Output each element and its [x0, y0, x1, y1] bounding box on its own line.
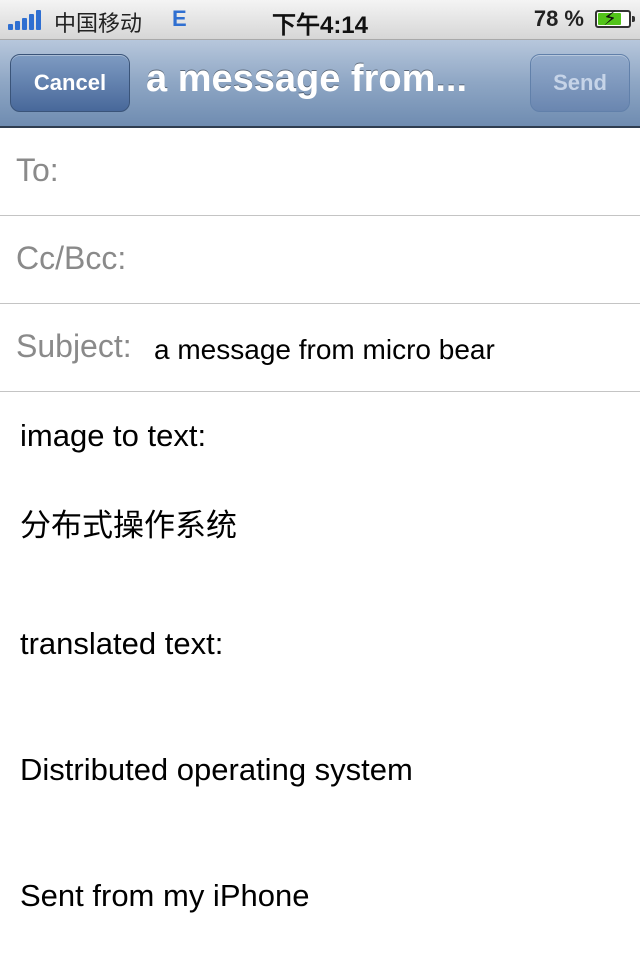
compose-title: a message from...	[146, 58, 468, 100]
to-field[interactable]: To:	[0, 128, 640, 216]
cancel-button[interactable]: Cancel	[10, 54, 130, 112]
subject-input[interactable]: a message from micro bear	[154, 334, 495, 366]
compose-nav-bar: Cancel a message from... Send	[0, 40, 640, 128]
cc-bcc-label: Cc/Bcc:	[16, 240, 127, 276]
battery-charging-icon: ⚡	[595, 8, 635, 30]
to-label: To:	[16, 152, 59, 188]
charging-bolt-icon: ⚡	[603, 8, 618, 30]
subject-label: Subject:	[16, 328, 132, 364]
body-line-translation: Distributed operating system	[20, 752, 413, 787]
email-signature: Sent from my iPhone	[20, 878, 310, 913]
battery-percent: 78 %	[533, 6, 584, 31]
cc-bcc-field[interactable]: Cc/Bcc:	[0, 216, 640, 304]
body-line-chinese-text: 分布式操作系统	[20, 508, 237, 544]
status-bar: 中国移动 E 下午4:14 78 % ⚡	[0, 0, 640, 40]
body-line-translated-text: translated text:	[20, 626, 224, 661]
body-line-image-to-text: image to text:	[20, 418, 207, 453]
subject-field[interactable]: Subject: a message from micro bear	[0, 304, 640, 392]
send-button[interactable]: Send	[530, 54, 630, 112]
